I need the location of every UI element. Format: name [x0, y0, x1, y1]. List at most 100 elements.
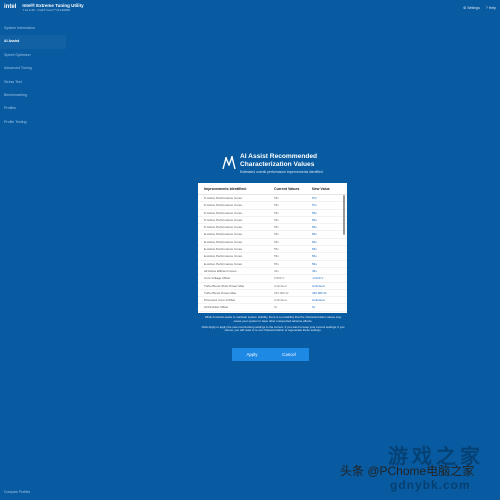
header-improvements: Improvements Identified:: [204, 187, 247, 191]
row-new-value: -0.030 V: [312, 276, 324, 281]
table-row: Turbo Boost Short Power Max Unlimited Unli…: [198, 283, 347, 290]
row-new-value: Unlimited: [312, 283, 325, 288]
sidebar-item-system-information[interactable]: System Information: [0, 22, 66, 35]
row-current-value: 55x: [274, 247, 279, 252]
recommendations-table[interactable]: Improvements Identified: Current Values …: [198, 183, 347, 313]
row-current-value: 55x: [274, 239, 279, 244]
sidebar-item-speed-optimizer[interactable]: Speed Optimizer: [0, 49, 66, 62]
help-link[interactable]: ? Help: [486, 6, 496, 10]
dialog-title-line2: Characterization Values: [240, 161, 315, 168]
sidebar: System Information AI Assist Speed Optim…: [0, 22, 66, 500]
row-setting: P-Active Performance Cores: [204, 225, 243, 230]
table-row: Processor Core IccMax Unlimited Unlimited: [198, 297, 347, 305]
row-new-value: 56x: [312, 225, 317, 230]
row-setting: E-Active Performance Cores: [204, 247, 243, 252]
row-current-value: 55x: [274, 217, 279, 222]
row-new-value: 56x: [312, 210, 317, 215]
sidebar-item-stress-test[interactable]: Stress Test: [0, 76, 66, 89]
row-new-value: 56x: [312, 247, 317, 252]
sidebar-item-advanced-tuning[interactable]: Advanced Tuning: [0, 62, 66, 75]
warning-text: While AI Assist seeks to maintain system…: [201, 315, 345, 333]
sidebar-item-ai-assist[interactable]: AI Assist: [0, 35, 66, 49]
row-current-value: 55x: [274, 261, 279, 266]
row-setting: AVX2 Ratio Offset: [204, 305, 229, 310]
warning-paragraph-2: Click Apply to apply the new overclockin…: [201, 324, 345, 333]
sidebar-compare-profiles[interactable]: Compare Profiles: [4, 490, 30, 494]
header-new: New Value: [312, 187, 330, 191]
table-row: P-Active Performance Cores 55x 56x: [198, 210, 347, 217]
table-row: Core Voltage Offset 0.000 V -0.030 V: [198, 275, 347, 283]
app-header: intel Intel® Extreme Tuning Utility 7.12…: [0, 0, 500, 22]
apply-button[interactable]: Apply: [232, 348, 272, 361]
table-row: AVX2 Ratio Offset 0x 0x: [198, 304, 347, 312]
row-new-value: 56x: [312, 217, 317, 222]
app-titles: Intel® Extreme Tuning Utility 7.12.0.29 …: [22, 3, 83, 12]
table-row: E-Active Performance Cores 55x 56x: [198, 231, 347, 239]
table-row: E-Active Performance Cores 55x 56x: [198, 246, 347, 254]
table-header: Improvements Identified: Current Values …: [198, 183, 347, 195]
row-setting: E-Active Performance Cores: [204, 232, 243, 237]
sidebar-item-profiles[interactable]: Profiles: [0, 102, 66, 115]
row-current-value: Unlimited: [274, 283, 287, 288]
watermark-url: gdnybk.com: [390, 478, 471, 492]
table-row: P-Active Performance Cores 55x 57x: [198, 195, 347, 203]
table-row: E-Active Performance Cores 55x 56x: [198, 239, 347, 247]
intel-logo: intel: [4, 4, 17, 10]
row-current-value: 55x: [274, 196, 279, 200]
row-new-value: 0x: [312, 305, 316, 310]
dialog-title-line1: AI Assist Recommended: [240, 153, 318, 160]
header-actions: ⚙ Settings ? Help: [463, 6, 496, 10]
row-new-value: 56x: [312, 232, 317, 237]
watermark-credit: 头条 @PChome电脑之家: [340, 464, 475, 478]
dialog-header: AI Assist Recommended Characterization V…: [222, 153, 342, 185]
header-current: Current Values: [274, 187, 300, 191]
ai-assist-icon: [222, 156, 236, 170]
row-new-value: 420.000 W: [312, 290, 327, 295]
table-row: All Active Efficient Cores 44x 45x: [198, 268, 347, 276]
table-row: P-Active Performance Cores 55x 56x: [198, 217, 347, 225]
row-new-value: Unlimited: [312, 298, 325, 303]
row-setting: All Active Efficient Cores: [204, 268, 237, 273]
row-current-value: Unlimited: [274, 298, 287, 303]
table-row: Turbo Boost Power Max 253.000 W 420.000 W: [198, 290, 347, 298]
row-setting: P-Active Performance Cores: [204, 196, 243, 200]
row-setting: P-Active Performance Cores: [204, 217, 243, 222]
dialog-subtitle: Estimated overall performance improvemen…: [240, 170, 323, 174]
row-setting: E-Active Performance Cores: [204, 254, 243, 259]
row-new-value: 56x: [312, 239, 317, 244]
app-version: 7.12.0.29 · Intel® Core™ i9-13900K: [22, 8, 71, 12]
row-new-value: 57x: [312, 203, 317, 208]
table-row: E-Active Performance Cores 55x 56x: [198, 261, 347, 268]
row-setting: P-Active Performance Cores: [204, 203, 243, 208]
row-new-value: 56x: [312, 254, 317, 259]
row-current-value: 55x: [274, 210, 279, 215]
dialog-titles: AI Assist Recommended Characterization V…: [240, 153, 323, 174]
row-new-value: 56x: [312, 261, 317, 266]
sidebar-item-profile-testing[interactable]: Profile Testing: [0, 116, 66, 129]
row-setting: E-Active Performance Cores: [204, 239, 243, 244]
row-current-value: 55x: [274, 225, 279, 230]
row-setting: Turbo Boost Short Power Max: [204, 283, 245, 288]
row-setting: Processor Core IccMax: [204, 298, 236, 303]
row-current-value: 55x: [274, 203, 279, 208]
table-body: P-Active Performance Cores 55x 57x P-Active…: [198, 195, 347, 312]
row-current-value: 44x: [274, 268, 279, 273]
row-setting: Turbo Boost Power Max: [204, 290, 237, 295]
row-setting: E-Active Performance Cores: [204, 261, 243, 266]
watermark: 游戏之家 头条 @PChome电脑之家 gdnybk.com: [340, 440, 500, 500]
row-current-value: 0.000 V: [274, 276, 285, 281]
table-scrollbar[interactable]: [343, 195, 345, 235]
row-current-value: 253.000 W: [274, 290, 289, 295]
row-setting: P-Active Performance Cores: [204, 210, 243, 215]
table-row: P-Active Performance Cores 55x 56x: [198, 224, 347, 232]
row-setting: Core Voltage Offset: [204, 276, 231, 281]
cancel-button[interactable]: Cancel: [269, 348, 309, 361]
warning-paragraph-1: While AI Assist seeks to maintain system…: [204, 315, 342, 323]
row-new-value: 57x: [312, 196, 317, 200]
sidebar-item-benchmarking[interactable]: Benchmarking: [0, 89, 66, 102]
table-row: E-Active Performance Cores 55x 56x: [198, 253, 347, 261]
row-new-value: 45x: [312, 268, 317, 273]
settings-link[interactable]: ⚙ Settings: [463, 6, 480, 10]
row-current-value: 55x: [274, 254, 279, 259]
table-row: P-Active Performance Cores 55x 57x: [198, 202, 347, 210]
